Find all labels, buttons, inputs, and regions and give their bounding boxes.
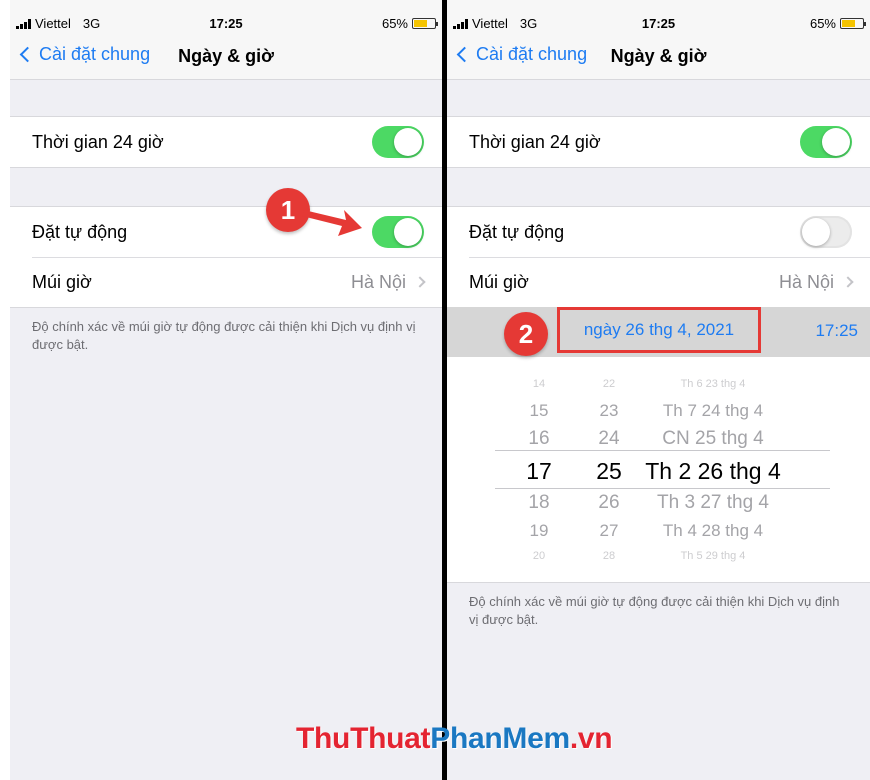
date-time-picker[interactable]: 14 15 16 17 18 19 20 22 23 24 25 26 27 28 Th 6 23 th… — [447, 357, 870, 582]
date-value[interactable]: ngày 26 thg 4, 2021 — [557, 307, 761, 353]
timezone-label: Múi giờ — [32, 271, 92, 292]
battery-percent: 65% — [381, 16, 408, 31]
picker-day-item[interactable]: Th 5 29 thg 4 — [633, 550, 793, 562]
picker-minute-item[interactable]: 23 — [579, 401, 639, 421]
settings-group-format: Thời gian 24 giờ — [10, 116, 442, 168]
right-screenshot: Viettel 3G 17:25 65% Cài đặt chung Ngày … — [447, 0, 870, 780]
picker-day-item[interactable]: Th 2 26 thg 4 — [633, 458, 793, 485]
status-time: 17:25 — [641, 16, 676, 31]
battery-icon — [840, 18, 866, 29]
picker-hour-column[interactable]: 14 15 16 17 18 19 20 — [509, 357, 569, 582]
picker-hour-item[interactable]: 18 — [509, 492, 569, 514]
time24-label: Thời gian 24 giờ — [469, 131, 601, 152]
timezone-value: Hà Nội — [778, 271, 834, 292]
picker-day-column[interactable]: Th 6 23 thg 4 Th 7 24 thg 4 CN 25 thg 4 Th … — [633, 357, 793, 582]
picker-minute-item[interactable]: 27 — [579, 521, 639, 541]
status-time: 17:25 — [209, 16, 243, 31]
picker-day-item[interactable]: Th 4 28 thg 4 — [633, 521, 793, 541]
auto-set-label: Đặt tự động — [469, 221, 565, 242]
time24-row: Thời gian 24 giờ — [447, 117, 870, 167]
battery-icon — [412, 18, 438, 29]
time24-label: Thời gian 24 giờ — [32, 131, 164, 152]
picker-day-item[interactable]: CN 25 thg 4 — [633, 428, 793, 450]
time24-toggle[interactable] — [372, 126, 424, 158]
watermark-logo: ThuThuatPhanMem.vn — [296, 722, 613, 755]
picker-minute-item[interactable]: 25 — [579, 458, 639, 485]
time24-toggle[interactable] — [800, 126, 852, 158]
picker-hour-item[interactable]: 14 — [509, 378, 569, 390]
picker-day-item[interactable]: Th 6 23 thg 4 — [633, 378, 793, 390]
left-screenshot: Viettel 3G 17:25 65% Cài đặt chung Ngày … — [10, 0, 442, 780]
page-title: Ngày & giờ — [610, 46, 707, 66]
auto-set-toggle[interactable] — [800, 216, 852, 248]
picker-hour-item[interactable]: 16 — [509, 428, 569, 450]
picker-minute-item[interactable]: 22 — [579, 378, 639, 390]
page-title: Ngày & giờ — [178, 46, 274, 66]
battery-percent: 65% — [809, 16, 836, 31]
picker-hour-item[interactable]: 19 — [509, 521, 569, 541]
timezone-value: Hà Nội — [350, 271, 406, 292]
timezone-row[interactable]: Múi giờ Hà Nội — [447, 257, 870, 307]
chevron-right-icon — [842, 276, 854, 288]
time-value[interactable]: 17:25 — [815, 321, 858, 341]
picker-minute-item[interactable]: 24 — [579, 428, 639, 450]
footnote: Độ chính xác về múi giờ tự động được cải… — [32, 319, 416, 352]
status-bar: Viettel 3G 17:25 65% — [10, 0, 442, 34]
timezone-label: Múi giờ — [469, 271, 529, 292]
navigation-bar: Cài đặt chung Ngày & giờ — [447, 34, 870, 80]
status-bar: Viettel 3G 17:25 65% — [447, 0, 870, 34]
settings-group-auto: Đặt tự động Múi giờ Hà Nội ngày 26 thg 4… — [447, 206, 870, 583]
picker-hour-item[interactable]: 20 — [509, 550, 569, 562]
picker-day-item[interactable]: Th 3 27 thg 4 — [633, 492, 793, 514]
time24-row: Thời gian 24 giờ — [10, 117, 442, 167]
picker-hour-item[interactable]: 15 — [509, 401, 569, 421]
timezone-row[interactable]: Múi giờ Hà Nội — [10, 257, 442, 307]
picker-minute-column[interactable]: 22 23 24 25 26 27 28 — [579, 357, 639, 582]
picker-minute-item[interactable]: 28 — [579, 550, 639, 562]
picker-selection-bottom — [495, 488, 830, 489]
auto-set-row: Đặt tự động — [447, 207, 870, 257]
annotation-arrow-icon — [302, 210, 362, 236]
picker-day-item[interactable]: Th 7 24 thg 4 — [633, 401, 793, 421]
annotation-badge-2: 2 — [504, 312, 548, 356]
chevron-right-icon — [414, 276, 426, 288]
picker-hour-item[interactable]: 17 — [509, 458, 569, 485]
navigation-bar: Cài đặt chung Ngày & giờ — [10, 34, 442, 80]
picker-selection-top — [495, 450, 830, 451]
footnote: Độ chính xác về múi giờ tự động được cải… — [469, 594, 840, 627]
picker-minute-item[interactable]: 26 — [579, 492, 639, 514]
settings-group-format: Thời gian 24 giờ — [447, 116, 870, 168]
